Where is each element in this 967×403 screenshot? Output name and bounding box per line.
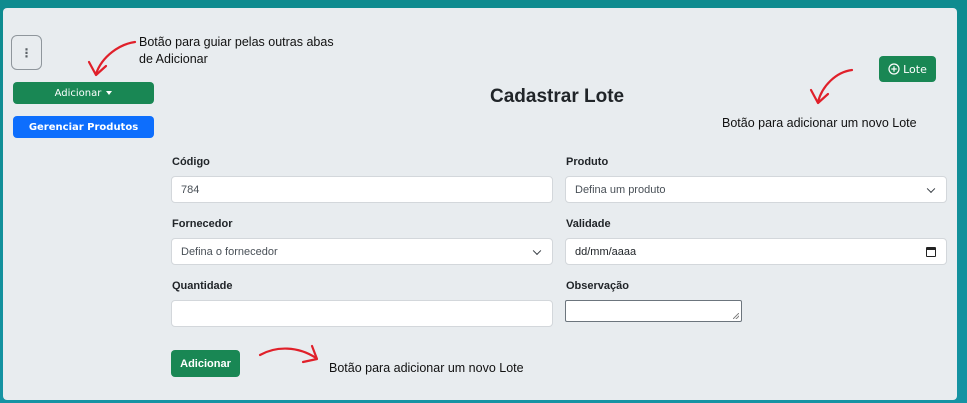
arrow-nav-icon [87, 40, 137, 77]
arrow-submit-icon [258, 344, 319, 364]
arrow-lote-icon [809, 68, 854, 105]
annotation-arrows [87, 40, 854, 364]
